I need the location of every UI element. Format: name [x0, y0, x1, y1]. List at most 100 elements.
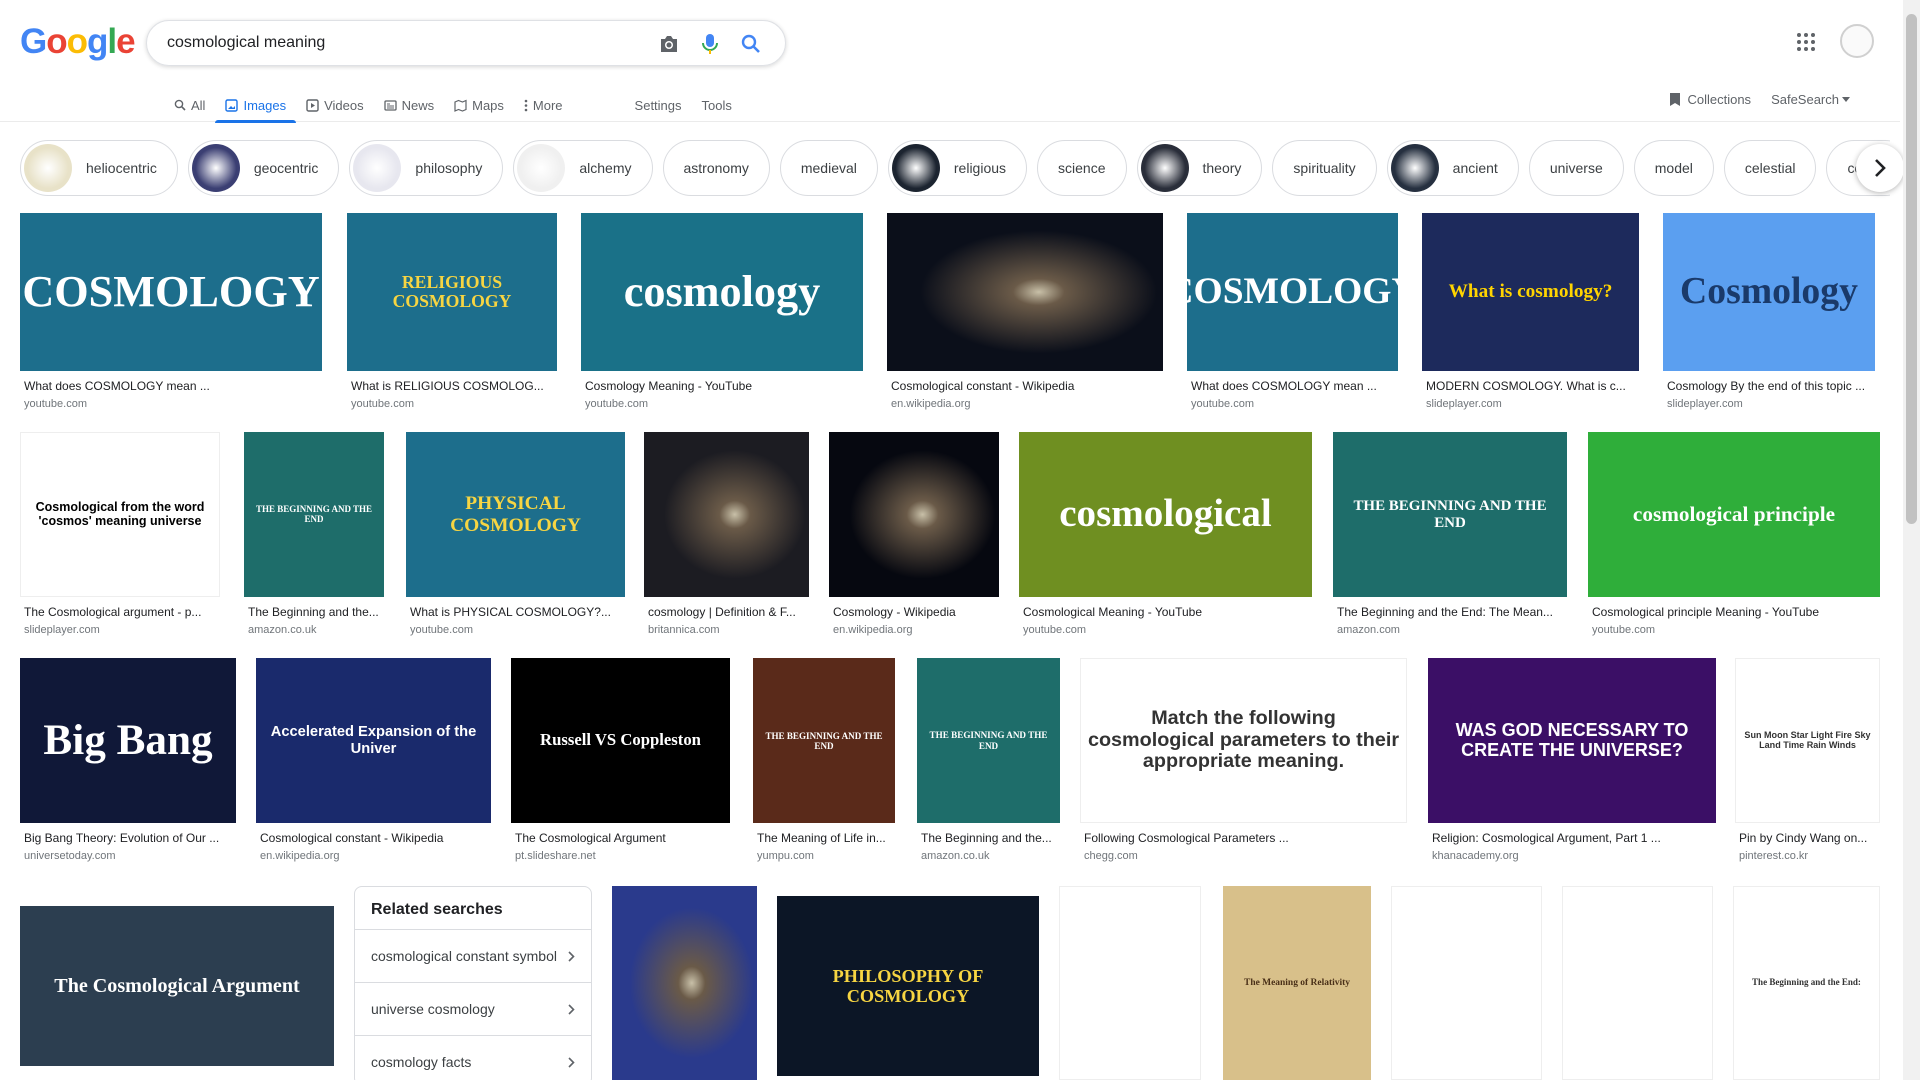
tab-maps[interactable]: Maps — [444, 88, 514, 122]
image-caption[interactable]: Cosmological constant - Wikipedia — [891, 379, 1161, 393]
image-caption[interactable]: MODERN COSMOLOGY. What is c... — [1426, 379, 1637, 393]
image-result[interactable]: Cosmological from the word 'cosmos' mean… — [20, 432, 220, 645]
chip-celestial[interactable]: celestial — [1723, 140, 1817, 196]
chip-model[interactable]: model — [1633, 140, 1714, 196]
collections-link[interactable]: Collections — [1669, 92, 1751, 107]
image-caption[interactable]: Cosmology - Wikipedia — [833, 605, 997, 619]
settings-link[interactable]: Settings — [625, 88, 692, 122]
chevron-right-icon — [568, 950, 575, 962]
scrollbar[interactable] — [1903, 0, 1920, 1080]
image-caption[interactable]: What does COSMOLOGY mean ... — [1191, 379, 1396, 393]
chip-religious[interactable]: religious — [887, 140, 1028, 196]
scrollbar-thumb[interactable] — [1906, 14, 1917, 524]
thumbnail-art-text: THE BEGINNING AND THE END — [1353, 498, 1547, 531]
image-result[interactable]: cosmological principle Cosmological princ… — [1588, 432, 1880, 645]
chip-medieval[interactable]: medieval — [779, 140, 878, 196]
related-search-item[interactable]: cosmology facts — [355, 1035, 591, 1080]
chip-universe[interactable]: universe — [1528, 140, 1624, 196]
image-result[interactable]: THE BEGINNING AND THE END The Beginning a… — [1333, 432, 1567, 645]
image-caption[interactable]: The Beginning and the... — [921, 831, 1058, 845]
avatar[interactable] — [1840, 24, 1874, 58]
image-result[interactable]: Match the following cosmological paramet… — [1080, 658, 1407, 871]
image-caption[interactable]: Big Bang Theory: Evolution of Our ... — [24, 831, 234, 845]
image-result[interactable]: What is cosmology? MODERN COSMOLOGY. What… — [1422, 213, 1639, 419]
image-result[interactable]: THE BEGINNING AND THE END The Beginning a… — [244, 432, 384, 645]
image-caption[interactable]: Cosmological principle Meaning - YouTube — [1592, 605, 1878, 619]
image-caption[interactable]: The Beginning and the End: The Mean... — [1337, 605, 1565, 619]
chip-astronomy[interactable]: astronomy — [662, 140, 770, 196]
mic-icon[interactable] — [698, 32, 722, 56]
image-result[interactable]: Russell VS Coppleston The Cosmological Ar… — [511, 658, 730, 871]
chip-thumbnail — [1390, 144, 1439, 192]
image-result[interactable]: The Cosmological Argument — [20, 906, 334, 1080]
image-caption[interactable]: Religion: Cosmological Argument, Part 1 … — [1432, 831, 1714, 845]
image-result[interactable] — [1562, 886, 1713, 1080]
image-caption[interactable]: What is RELIGIOUS COSMOLOG... — [351, 379, 555, 393]
image-caption[interactable]: Following Cosmological Parameters ... — [1084, 831, 1405, 845]
image-caption[interactable]: Cosmology Meaning - YouTube — [585, 379, 861, 393]
image-result[interactable]: PHILOSOPHY OF COSMOLOGY — [777, 896, 1039, 1080]
image-source: en.wikipedia.org — [260, 850, 340, 862]
chip-ancient[interactable]: ancient — [1386, 140, 1519, 196]
image-result[interactable]: The Beginning and the End: — [1733, 886, 1880, 1080]
search-icon[interactable] — [739, 32, 763, 56]
tab-more[interactable]: More — [514, 88, 573, 122]
chip-alchemy[interactable]: alchemy — [513, 140, 653, 196]
image-result[interactable]: Big Bang Big Bang Theory: Evolution of Ou… — [20, 658, 236, 871]
image-caption[interactable]: The Meaning of Life in... — [757, 831, 893, 845]
camera-icon[interactable] — [657, 32, 681, 56]
tab-images[interactable]: Images — [215, 88, 296, 123]
chip-heliocentric[interactable]: heliocentric — [20, 140, 178, 196]
image-caption[interactable]: Cosmology By the end of this topic ... — [1667, 379, 1873, 393]
tools-link[interactable]: Tools — [692, 88, 742, 122]
tab-all[interactable]: All — [164, 88, 215, 122]
image-result[interactable]: THE BEGINNING AND THE END The Beginning a… — [917, 658, 1060, 871]
image-caption[interactable]: Cosmological Meaning - YouTube — [1023, 605, 1310, 619]
image-result[interactable] — [1391, 886, 1542, 1080]
search-input[interactable] — [167, 32, 627, 54]
image-source: en.wikipedia.org — [891, 398, 971, 410]
chevron-right-icon[interactable] — [1856, 144, 1904, 192]
image-source: youtube.com — [1023, 624, 1086, 636]
safesearch-menu[interactable]: SafeSearch — [1771, 92, 1850, 107]
image-result[interactable] — [1059, 886, 1201, 1080]
related-search-item[interactable]: cosmological constant symbol — [355, 929, 591, 982]
chip-label: medieval — [800, 160, 857, 176]
search-box[interactable] — [146, 20, 786, 66]
chip-geocentric[interactable]: geocentric — [187, 140, 340, 196]
image-caption[interactable]: What does COSMOLOGY mean ... — [24, 379, 320, 393]
image-result[interactable]: cosmology | Definition & F... britannica.… — [644, 432, 809, 645]
tab-news[interactable]: News — [374, 88, 445, 122]
chip-theory[interactable]: theory — [1136, 140, 1263, 196]
image-result[interactable]: cosmological Cosmological Meaning - YouTu… — [1019, 432, 1312, 645]
image-result[interactable]: RELIGIOUS COSMOLOGY What is RELIGIOUS COS… — [347, 213, 557, 419]
image-result[interactable]: Cosmology Cosmology By the end of this to… — [1663, 213, 1875, 419]
related-search-item[interactable]: universe cosmology — [355, 982, 591, 1035]
image-result[interactable]: The Meaning of Relativity — [1223, 886, 1371, 1080]
image-result[interactable]: THE BEGINNING AND THE END The Meaning of … — [753, 658, 895, 871]
image-caption[interactable]: What is PHYSICAL COSMOLOGY?... — [410, 605, 623, 619]
image-result[interactable]: COSMOLOGY What does COSMOLOGY mean ... you… — [20, 213, 322, 419]
image-caption[interactable]: Cosmological constant - Wikipedia — [260, 831, 489, 845]
image-caption[interactable]: The Cosmological Argument — [515, 831, 728, 845]
google-logo[interactable]: Google — [20, 22, 136, 62]
image-caption[interactable]: The Cosmological argument - p... — [24, 605, 218, 619]
image-result[interactable]: Accelerated Expansion of the Univer Cosmo… — [256, 658, 491, 871]
image-result[interactable]: Sun Moon Star Light Fire Sky Land Time R… — [1735, 658, 1880, 871]
apps-grid-icon[interactable] — [1794, 30, 1818, 54]
image-caption[interactable]: The Beginning and the... — [248, 605, 382, 619]
image-result[interactable]: Cosmological constant - Wikipedia en.wiki… — [887, 213, 1163, 419]
chip-spirituality[interactable]: spirituality — [1272, 140, 1377, 196]
image-result[interactable]: WAS GOD NECESSARY TO CREATE THE UNIVERSE… — [1428, 658, 1716, 871]
chip-science[interactable]: science — [1037, 140, 1127, 196]
image-result[interactable] — [612, 886, 757, 1080]
image-result[interactable]: Cosmology - Wikipedia en.wikipedia.org — [829, 432, 999, 645]
image-result[interactable]: PHYSICAL COSMOLOGY What is PHYSICAL COSMO… — [406, 432, 625, 645]
chip-philosophy[interactable]: philosophy — [349, 140, 504, 196]
thumbnail-art-text — [908, 509, 920, 521]
image-result[interactable]: cosmology Cosmology Meaning - YouTube yout… — [581, 213, 863, 419]
image-caption[interactable]: cosmology | Definition & F... — [648, 605, 807, 619]
tab-videos[interactable]: Videos — [296, 88, 374, 122]
image-result[interactable]: COSMOLOGY What does COSMOLOGY mean ... you… — [1187, 213, 1398, 419]
image-caption[interactable]: Pin by Cindy Wang on... — [1739, 831, 1878, 845]
